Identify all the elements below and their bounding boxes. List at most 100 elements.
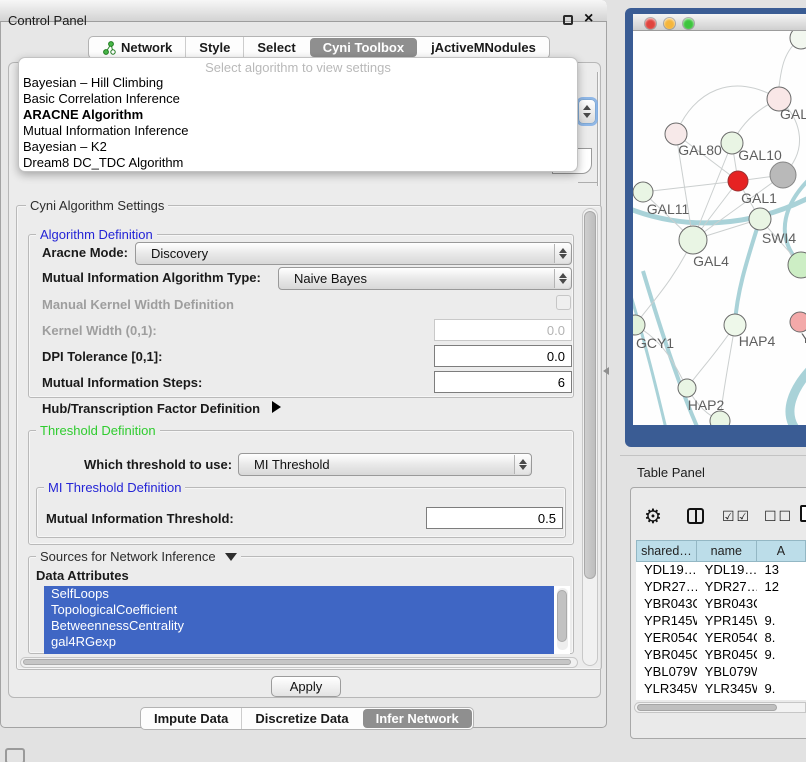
network-node[interactable] xyxy=(679,226,707,254)
apply-button[interactable]: Apply xyxy=(271,676,341,697)
select-checks-icon[interactable]: ☑☑ xyxy=(722,508,751,525)
aracne-mode-combo[interactable]: Discovery xyxy=(135,242,572,265)
tab-discretize-data[interactable]: Discretize Data xyxy=(241,708,361,729)
hub-definition-label: Hub/Transcription Factor Definition xyxy=(42,401,260,416)
data-attributes-list[interactable]: SelfLoopsTopologicalCoefficientBetweenne… xyxy=(44,586,570,654)
data-attributes-items: SelfLoopsTopologicalCoefficientBetweenne… xyxy=(44,586,570,650)
mi-algorithm-type-combo[interactable]: Naive Bayes xyxy=(278,267,572,290)
network-edge[interactable] xyxy=(643,181,738,192)
table-cell: 12 xyxy=(757,579,806,596)
tab-label: jActiveMNodules xyxy=(431,40,536,55)
attributes-scrollbar[interactable] xyxy=(557,588,568,650)
table-row[interactable]: YDR27…YDR27…12 xyxy=(636,579,806,596)
gear-icon[interactable]: ⚙ xyxy=(644,504,662,529)
tab-network[interactable]: Network xyxy=(89,37,185,58)
table-panel-divider xyxy=(620,455,806,456)
settings-horizontal-scrollbar-thumb[interactable] xyxy=(23,659,571,665)
settings-vertical-scrollbar-thumb[interactable] xyxy=(584,211,596,579)
mi-algorithm-type-label: Mutual Information Algorithm Type: xyxy=(42,270,261,285)
kernel-width-input[interactable]: 0.0 xyxy=(434,319,572,341)
tab-select[interactable]: Select xyxy=(243,37,308,58)
network-canvas[interactable]: GAL80GAL10GAL11GAL1GAL4SWI4GCY1HAP4HAP2G… xyxy=(633,31,806,425)
table-column-header[interactable]: A xyxy=(757,540,806,562)
tab-jactivemnodules[interactable]: jActiveMNodules xyxy=(418,37,549,58)
network-node[interactable] xyxy=(749,208,771,230)
zoom-traffic-light-icon[interactable] xyxy=(683,18,694,29)
data-attribute-item[interactable]: BetweennessCentrality xyxy=(44,618,554,634)
manual-kernel-width-checkbox[interactable] xyxy=(556,295,571,310)
algorithm-option[interactable]: Bayesian – K2 xyxy=(19,139,577,155)
table-cell: YPR145W xyxy=(697,613,757,630)
table-row[interactable]: YBR043CYBR043C xyxy=(636,596,806,613)
table-row[interactable]: YBL079WYBL079W xyxy=(636,664,806,681)
attributes-scrollbar-thumb[interactable] xyxy=(557,590,567,642)
expander-expanded-icon xyxy=(225,553,237,561)
control-panel-titlebar[interactable] xyxy=(0,0,607,22)
network-edge[interactable] xyxy=(676,86,779,134)
network-edge[interactable] xyxy=(790,361,806,425)
algorithm-option[interactable]: Basic Correlation Inference xyxy=(19,91,577,107)
network-icon xyxy=(102,41,116,55)
network-node-label: HAP4 xyxy=(739,333,776,349)
network-node-label: GAL4 xyxy=(693,253,729,269)
table-row[interactable]: YPR145WYPR145W9. xyxy=(636,613,806,630)
network-edge[interactable] xyxy=(687,325,735,388)
network-edge[interactable] xyxy=(633,283,667,425)
splitter-collapse-arrow[interactable] xyxy=(603,367,609,375)
data-attribute-item[interactable]: gal4RGexp xyxy=(44,634,554,650)
algorithm-combo-stepper[interactable] xyxy=(578,99,596,124)
algorithm-option[interactable]: ARACNE Algorithm xyxy=(19,107,577,123)
minimized-panel-icon[interactable] xyxy=(5,748,25,762)
minimize-traffic-light-icon[interactable] xyxy=(664,18,675,29)
deselect-boxes-icon[interactable]: ☐☐ xyxy=(764,508,793,525)
data-attribute-item[interactable]: SelfLoops xyxy=(44,586,554,602)
mi-threshold-group-title: MI Threshold Definition xyxy=(44,480,185,495)
table-cell: YDL19… xyxy=(636,562,697,579)
network-edge[interactable] xyxy=(635,240,693,325)
document-icon[interactable] xyxy=(800,505,806,522)
network-node[interactable] xyxy=(790,312,806,332)
close-traffic-light-icon[interactable] xyxy=(645,18,656,29)
tab-impute-data[interactable]: Impute Data xyxy=(141,708,241,729)
float-window-icon[interactable] xyxy=(563,15,573,25)
algorithm-option[interactable]: Bayesian – Hill Climbing xyxy=(19,75,577,91)
table-cell: 9. xyxy=(757,681,806,698)
stepper-icon xyxy=(554,244,570,263)
network-node[interactable] xyxy=(770,162,796,188)
split-columns-icon[interactable] xyxy=(687,508,704,524)
network-node[interactable] xyxy=(633,182,653,202)
tab-infer-network[interactable]: Infer Network xyxy=(363,709,472,728)
mi-steps-input[interactable]: 6 xyxy=(434,371,572,393)
table-row[interactable]: YDL19…YDL19…13 xyxy=(636,562,806,579)
algorithm-dropdown-placeholder: Select algorithm to view settings xyxy=(19,60,577,75)
which-threshold-combo[interactable]: MI Threshold xyxy=(238,453,532,476)
table-column-header[interactable]: shared… xyxy=(636,540,697,562)
tab-cyni-toolbox[interactable]: Cyni Toolbox xyxy=(310,38,417,57)
mi-threshold-input[interactable]: 0.5 xyxy=(426,507,563,529)
table-row[interactable]: YBR045CYBR045C9. xyxy=(636,647,806,664)
dpi-tolerance-input[interactable]: 0.0 xyxy=(434,345,572,367)
table-cell: YIL052C xyxy=(697,698,757,700)
network-node[interactable] xyxy=(678,379,696,397)
sources-group-expander[interactable]: Sources for Network Inference xyxy=(36,549,241,564)
data-attribute-item[interactable]: TopologicalCoefficient xyxy=(44,602,554,618)
table-row[interactable]: YLR345WYLR345W9. xyxy=(636,681,806,698)
table-cell: YER054C xyxy=(636,630,697,647)
close-icon[interactable]: × xyxy=(584,10,593,28)
hub-definition-expander[interactable]: Hub/Transcription Factor Definition xyxy=(42,401,281,416)
table-column-header[interactable]: name xyxy=(697,540,757,562)
network-node[interactable] xyxy=(710,411,730,425)
network-node[interactable] xyxy=(728,171,748,191)
table-horizontal-scrollbar-thumb[interactable] xyxy=(637,704,777,711)
network-node[interactable] xyxy=(633,315,645,335)
network-node[interactable] xyxy=(788,252,806,278)
algorithm-option[interactable]: Mutual Information Inference xyxy=(19,123,577,139)
network-window-titlebar[interactable] xyxy=(633,14,806,31)
table-row[interactable]: YER054CYER054C8. xyxy=(636,630,806,647)
table-row[interactable]: YIL052CYIL052C9. xyxy=(636,698,806,700)
algorithm-option[interactable]: Dream8 DC_TDC Algorithm xyxy=(19,155,577,171)
network-node-label: GAL10 xyxy=(738,147,782,163)
stepper-icon xyxy=(579,101,595,122)
network-edge[interactable] xyxy=(735,219,760,323)
tab-style[interactable]: Style xyxy=(185,37,243,58)
